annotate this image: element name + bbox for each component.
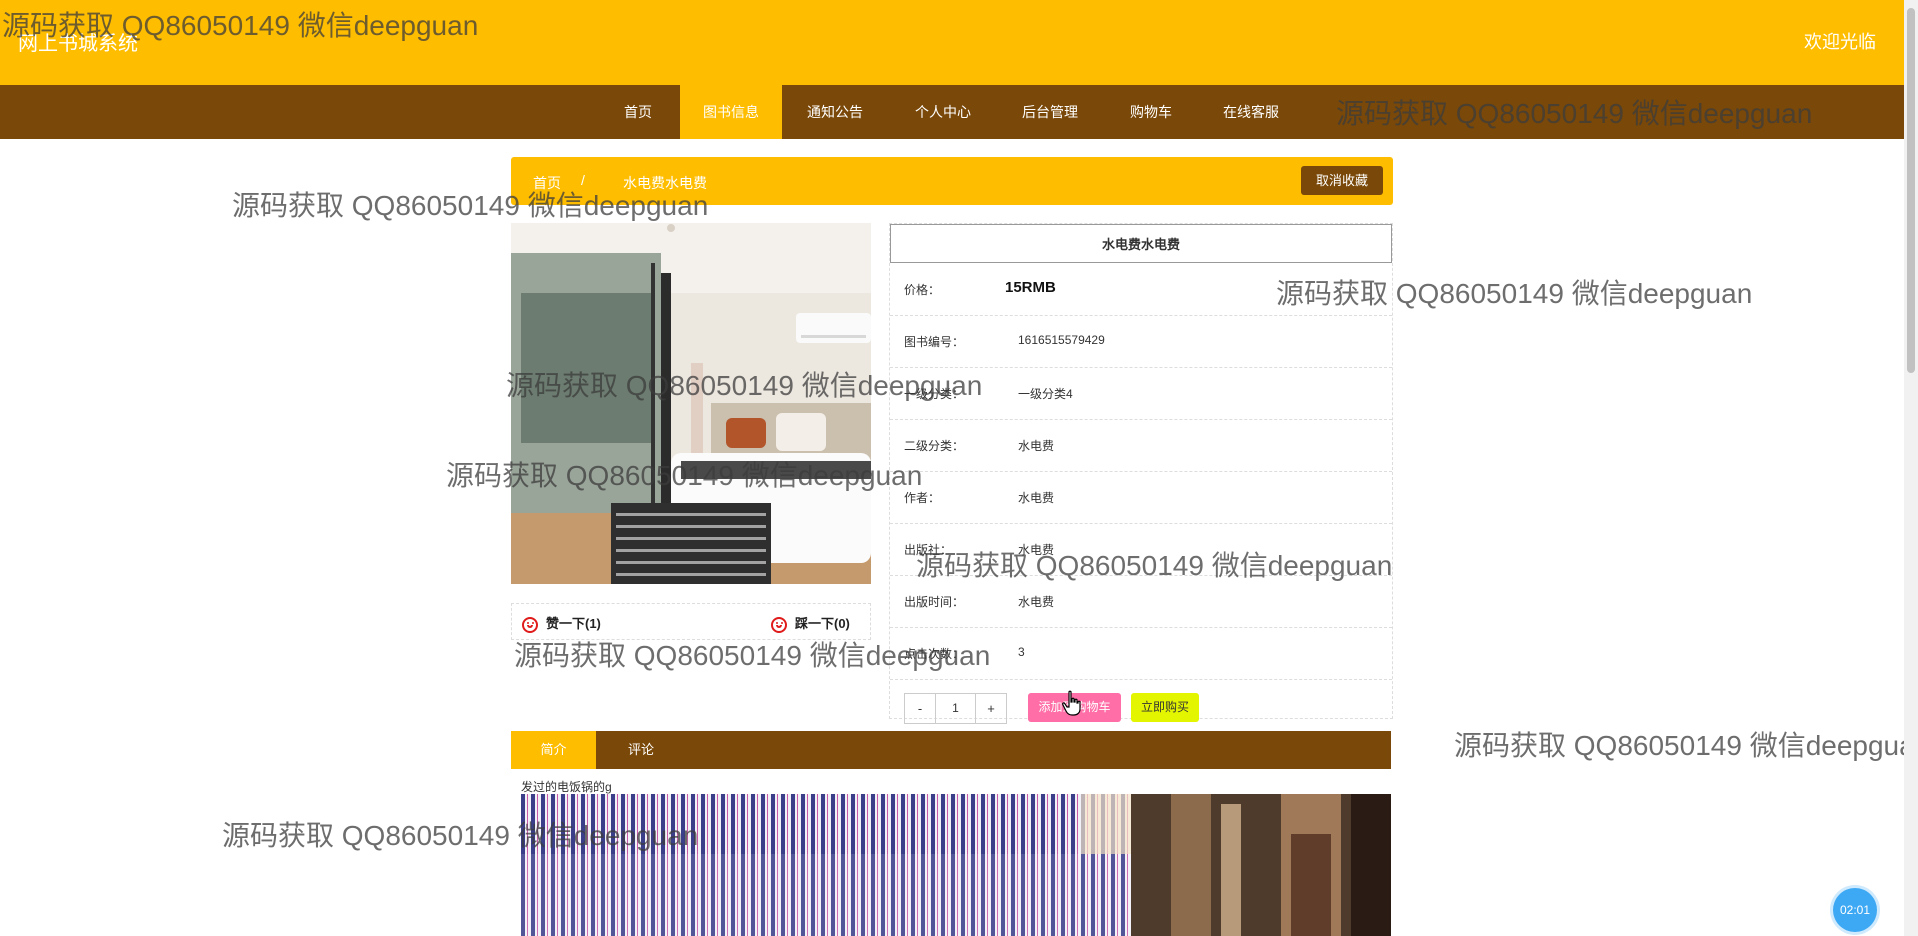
field-value: 1616515579429 xyxy=(1018,333,1105,347)
like-label: 赞一下(1) xyxy=(546,616,601,631)
quantity-plus-button[interactable]: + xyxy=(976,694,1006,723)
timer-badge[interactable]: 02:01 xyxy=(1833,888,1877,932)
field-label: 一级分类： xyxy=(904,387,965,401)
field-value: 水电费 xyxy=(1018,543,1055,557)
nav-item-admin[interactable]: 后台管理 xyxy=(1007,85,1093,139)
smile-icon xyxy=(522,616,538,633)
tab-intro[interactable]: 简介 xyxy=(511,731,596,769)
price-label: 价格： xyxy=(904,283,941,297)
breadcrumb-current: 水电费水电费 xyxy=(623,175,707,191)
welcome-text: 欢迎光临 xyxy=(1804,32,1876,52)
tab-comments[interactable]: 评论 xyxy=(596,731,686,769)
field-value: 水电费 xyxy=(1018,595,1055,609)
top-header: 网上书城系统 欢迎光临 xyxy=(0,0,1904,85)
field-label: 二级分类： xyxy=(904,439,965,453)
dislike-label: 踩一下(0) xyxy=(795,616,850,631)
product-info-panel: 水电费水电费 价格： 15RMB 图书编号： 1616515579429 一级分… xyxy=(889,223,1393,724)
field-value: 一级分类4 xyxy=(1018,387,1073,401)
nav-item-book-info[interactable]: 图书信息 xyxy=(680,85,782,139)
main-nav: 首页 图书信息 通知公告 个人中心 后台管理 购物车 在线客服 xyxy=(0,85,1904,139)
field-label: 作者： xyxy=(904,491,941,505)
breadcrumb: 首页 / 水电费水电费 取消收藏 xyxy=(511,157,1393,205)
field-label: 图书编号： xyxy=(904,335,965,349)
info-row-price: 价格： 15RMB xyxy=(890,263,1392,316)
nav-item-home[interactable]: 首页 xyxy=(608,85,668,139)
info-row: 二级分类： 水电费 xyxy=(890,419,1392,472)
like-button[interactable]: 赞一下(1) xyxy=(522,613,601,633)
info-row: 图书编号： 1616515579429 xyxy=(890,315,1392,368)
nav-item-online-service[interactable]: 在线客服 xyxy=(1208,85,1294,139)
quantity-input[interactable]: 1 xyxy=(935,694,976,723)
site-title: 网上书城系统 xyxy=(18,33,138,55)
field-value: 水电费 xyxy=(1018,439,1055,453)
nav-item-personal-center[interactable]: 个人中心 xyxy=(900,85,986,139)
quantity-minus-button[interactable]: - xyxy=(905,694,935,723)
quantity-stepper: - 1 + xyxy=(904,693,1007,724)
smile-icon xyxy=(771,616,787,633)
info-row: 一级分类： 一级分类4 xyxy=(890,367,1392,420)
nav-item-notices[interactable]: 通知公告 xyxy=(792,85,878,139)
price-value: 15RMB xyxy=(1005,279,1056,296)
field-value: 水电费 xyxy=(1018,491,1055,505)
info-row: 点击次数： 3 xyxy=(890,627,1392,680)
field-value: 3 xyxy=(1018,645,1025,659)
breadcrumb-home[interactable]: 首页 xyxy=(533,173,561,193)
nav-item-cart[interactable]: 购物车 xyxy=(1116,85,1186,139)
description-image xyxy=(521,794,1391,936)
cancel-favorite-button[interactable]: 取消收藏 xyxy=(1301,166,1383,195)
scrollbar-thumb[interactable] xyxy=(1907,8,1915,373)
detail-tabs: 简介 评论 xyxy=(511,731,1391,769)
hand-cursor-icon xyxy=(1062,690,1081,716)
info-row: 出版时间： 水电费 xyxy=(890,575,1392,628)
field-label: 点击次数： xyxy=(904,647,965,661)
product-title: 水电费水电费 xyxy=(890,224,1392,263)
page-scrollbar[interactable] xyxy=(1904,0,1918,936)
field-label: 出版时间： xyxy=(904,595,965,609)
buy-now-button[interactable]: 立即购买 xyxy=(1131,693,1199,722)
info-row: 作者： 水电费 xyxy=(890,471,1392,524)
description-text: 发过的电饭锅的g xyxy=(521,780,612,794)
watermark: 源码获取 QQ86050149 微信deepguan xyxy=(1454,730,1904,761)
product-image xyxy=(511,223,871,584)
field-label: 出版社： xyxy=(904,543,953,557)
dislike-button[interactable]: 踩一下(0) xyxy=(771,613,850,633)
purchase-row: - 1 + 添加到购物车 立即购买 xyxy=(890,679,1392,724)
info-row: 出版社： 水电费 xyxy=(890,523,1392,576)
vote-box: 赞一下(1) 踩一下(0) xyxy=(511,603,871,640)
breadcrumb-separator: / xyxy=(581,172,585,188)
